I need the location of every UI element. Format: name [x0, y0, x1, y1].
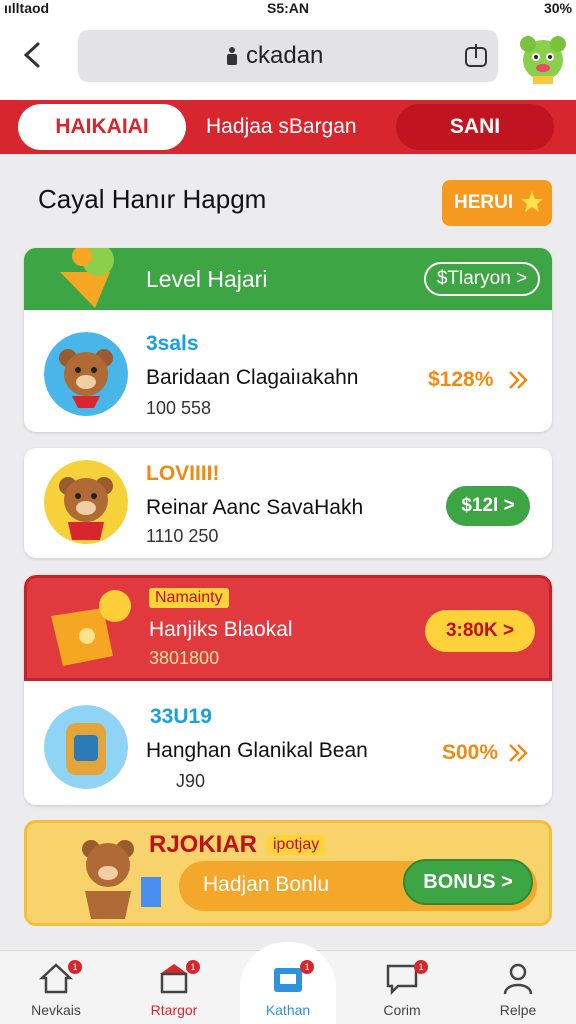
- nav-label: Relpe: [499, 1002, 537, 1018]
- nav-label: Nevkais: [31, 1002, 81, 1018]
- item-subtitle: 1110 250: [146, 526, 219, 546]
- clock: S5:AN: [266, 0, 309, 16]
- list-item[interactable]: 33U19 Hanghan Glanikal Bean J90 S00%: [24, 681, 552, 805]
- page-title: Cayal Hanır Hapgm: [38, 184, 267, 214]
- item-title: Reinar Aanc SavaHakh: [146, 496, 364, 519]
- nav-label: Corim: [383, 1002, 421, 1018]
- battery-label: 30%: [543, 0, 572, 16]
- item-subtitle: 100 558: [146, 398, 212, 418]
- backpack-icon: [44, 705, 128, 789]
- chevron-right-icon: [509, 744, 528, 762]
- tab-bar: HAIKAIAI Hadjaa sBargan SANI: [0, 100, 576, 154]
- user-icon: [503, 963, 533, 995]
- nav-item-profile[interactable]: Relpe: [470, 950, 566, 1024]
- promo-tag: Namainty: [149, 588, 229, 608]
- status-bar: ıılltaod S5:AN 30%: [0, 0, 576, 18]
- star-icon: [521, 191, 543, 212]
- share-icon[interactable]: [462, 42, 490, 70]
- url-text: ckadan: [246, 42, 324, 69]
- bonus-card: RJOKIAR ipotjay Hadjan Bonlu BONUS >: [24, 820, 552, 926]
- back-arrow-icon[interactable]: [18, 40, 48, 70]
- level-card-title: Level Hajari: [146, 266, 268, 292]
- item-badge: 33U19: [150, 705, 212, 728]
- promo-card: Namainty Hanjiks Blaokal 3801800 3:80K >…: [24, 575, 552, 805]
- nav-item-store[interactable]: 1 Rtargor: [126, 950, 222, 1024]
- promo-card-header: Namainty Hanjiks Blaokal 3801800 3:80K >: [24, 575, 552, 681]
- item-title: Hanghan Glanikal Bean: [146, 739, 368, 762]
- bonus-label: Hadjan Bonlu: [203, 873, 330, 896]
- tab-3[interactable]: SANI: [396, 104, 554, 150]
- promo-button[interactable]: 3:80K >: [425, 610, 535, 652]
- bonus-tag: ipotjay: [267, 835, 326, 855]
- item-title: Baridaan Clagaiıakahn: [146, 366, 359, 389]
- item-badge: 3sals: [146, 332, 199, 355]
- nav-label: Rtargor: [150, 1002, 198, 1018]
- gift-icon: [60, 248, 114, 308]
- level-card-pill[interactable]: $Tlaryon >: [424, 262, 540, 296]
- bear-icon: [44, 460, 128, 544]
- avatar-icon[interactable]: [516, 30, 570, 84]
- item-subtitle: J90: [176, 771, 206, 791]
- nav-item-cart[interactable]: 1 Kathan: [240, 950, 336, 1024]
- bonus-title: RJOKIAR: [149, 831, 258, 858]
- lock-icon: [227, 47, 237, 65]
- promo-subtitle: 3801800: [149, 648, 220, 668]
- item-price: $128%: [428, 368, 494, 391]
- price-button[interactable]: $12I >: [446, 486, 530, 526]
- heading-button-label: HERUI: [454, 192, 514, 213]
- bear-icon: [44, 332, 128, 416]
- bonus-button[interactable]: BONUS >: [403, 859, 533, 905]
- promo-title: Hanjiks Blaokal: [149, 618, 293, 641]
- tab-1[interactable]: HAIKAIAI: [18, 104, 186, 150]
- chevron-right-icon: [509, 371, 528, 389]
- list-item[interactable]: LOVIIII! Reinar Aanc SavaHakh 1110 250 $…: [24, 448, 552, 558]
- item-badge: LOVIIII!: [146, 462, 220, 485]
- list-item[interactable]: 3sals Baridaan Clagaiıakahn 100 558 $128…: [24, 310, 552, 432]
- nav-badge: 1: [68, 960, 82, 974]
- nav-label: Kathan: [265, 1002, 311, 1018]
- nav-item-home[interactable]: 1 Nevkais: [8, 950, 104, 1024]
- level-card: Level Hajari $Tlaryon > 3sals Baridaan C…: [24, 248, 552, 432]
- item-price: S00%: [442, 741, 499, 764]
- tab-2[interactable]: Hadjaa sBargan: [206, 104, 386, 150]
- nav-badge: 1: [300, 960, 314, 974]
- nav-item-chat[interactable]: 1 Corim: [354, 950, 450, 1024]
- heading-button[interactable]: HERUI: [442, 180, 552, 226]
- browser-bar: ckadan: [0, 18, 576, 100]
- level-card-header: Level Hajari $Tlaryon >: [24, 248, 552, 310]
- nav-badge: 1: [186, 960, 200, 974]
- address-bar[interactable]: ckadan: [78, 30, 498, 82]
- coin-gift-icon: [51, 590, 131, 666]
- nav-badge: 1: [414, 960, 428, 974]
